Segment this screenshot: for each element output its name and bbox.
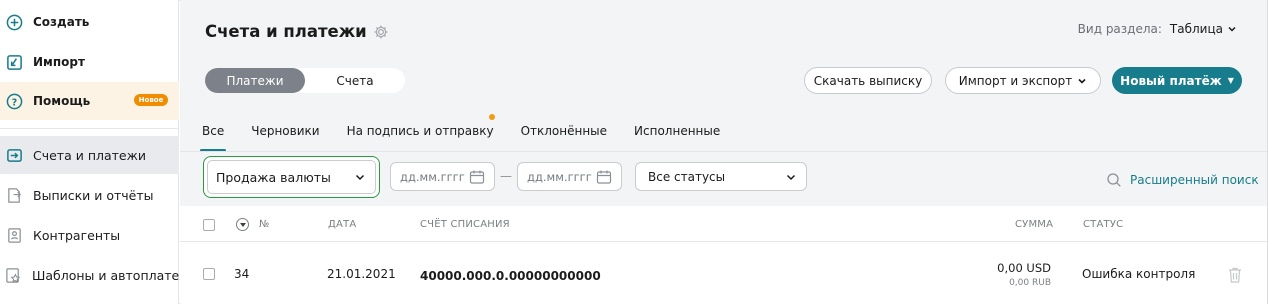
tab-rejected[interactable]: Отклонённые — [521, 118, 607, 152]
row-date: 21.01.2021 — [327, 267, 396, 281]
tab-label: Черновики — [251, 124, 320, 138]
contact-card-icon — [5, 226, 23, 244]
new-payment-label: Новый платёж — [1120, 73, 1222, 88]
sidebar-item-label: Помощь — [33, 94, 91, 108]
chevron-down-icon — [354, 171, 366, 183]
import-export-label: Импорт и экспорт — [958, 73, 1073, 88]
sidebar-item-label: Выписки и отчёты — [33, 187, 154, 203]
operation-type-select-highlight: Продажа валюты — [203, 156, 380, 198]
payments-table: № ДАТА СЧЁТ СПИСАНИЯ СУММА СТАТУС 34 21.… — [180, 206, 1267, 304]
operation-type-value: Продажа валюты — [216, 169, 331, 185]
calendar-icon[interactable] — [596, 169, 612, 185]
sort-toggle-icon[interactable] — [236, 218, 249, 231]
sidebar-item-import[interactable]: Импорт — [0, 50, 179, 74]
import-icon — [5, 53, 23, 71]
date-from-placeholder: дд.мм.гггг — [400, 169, 465, 184]
row-number: 34 — [234, 267, 250, 281]
table-header: № ДАТА СЧЁТ СПИСАНИЯ СУММА СТАТУС — [180, 206, 1267, 242]
arrow-in-box-icon — [5, 146, 23, 164]
column-header-number[interactable]: № — [259, 219, 270, 230]
plus-circle-icon — [5, 13, 23, 31]
notification-dot — [488, 114, 495, 120]
tab-drafts[interactable]: Черновики — [251, 118, 319, 152]
advanced-search-link[interactable]: Расширенный поиск — [1106, 172, 1259, 188]
tab-executed[interactable]: Исполненные — [634, 118, 720, 152]
sidebar-item-label: Создать — [33, 15, 90, 29]
row-debit-account: 40000.000.0.00000000000 — [420, 269, 601, 283]
tab-label: Все — [202, 124, 225, 138]
view-mode-selector[interactable]: Вид раздела: Таблица — [1078, 22, 1237, 36]
sidebar-item-statements-reports[interactable]: Выписки и отчёты — [0, 182, 179, 208]
calendar-icon[interactable] — [469, 169, 485, 185]
sidebar: Создать Импорт ? Помощь Новое Счета и пл… — [0, 0, 199, 304]
sidebar-item-counterparties[interactable]: Контрагенты — [0, 222, 179, 248]
sidebar-item-label: Шаблоны и автоплатежи — [32, 267, 199, 283]
sidebar-item-create[interactable]: Создать — [0, 10, 179, 34]
status-select-value: Все статусы — [648, 169, 726, 184]
column-header-date[interactable]: ДАТА — [328, 219, 356, 230]
page-title-wrap: Счета и платежи — [205, 22, 389, 41]
view-mode-value: Таблица — [1169, 22, 1223, 36]
tab-all[interactable]: Все — [199, 118, 227, 152]
column-header-amount[interactable]: СУММА — [1015, 219, 1053, 230]
payments-accounts-switch: Платежи Счета — [205, 68, 405, 93]
advanced-search-label: Расширенный поиск — [1130, 173, 1259, 187]
row-checkbox[interactable] — [203, 268, 215, 280]
status-tabs: Все Черновики На подпись и отправку Откл… — [199, 114, 747, 152]
page-title: Счета и платежи — [205, 22, 367, 41]
sidebar-item-label: Контрагенты — [33, 227, 121, 243]
chevron-down-icon — [1077, 76, 1087, 86]
sidebar-item-accounts-payments[interactable]: Счета и платежи — [0, 136, 179, 174]
chevron-down-icon — [785, 171, 797, 183]
segment-payments[interactable]: Платежи — [205, 68, 305, 93]
search-icon — [1106, 172, 1122, 188]
filter-bar: Продажа валюты дд.мм.гггг — дд.мм.гггг В… — [180, 152, 1267, 206]
segment-accounts[interactable]: Счета — [305, 68, 405, 93]
row-status: Ошибка контроля — [1082, 267, 1196, 281]
import-export-button[interactable]: Импорт и экспорт — [945, 67, 1101, 94]
row-amount: 0,00 USD — [997, 261, 1051, 275]
date-to-input[interactable]: дд.мм.гггг — [517, 162, 622, 191]
status-select[interactable]: Все статусы — [635, 162, 807, 191]
download-statement-button[interactable]: Скачать выписку — [804, 67, 932, 94]
sidebar-item-templates-autopayments[interactable]: Шаблоны и автоплатежи — [0, 262, 199, 288]
column-header-status[interactable]: СТАТУС — [1083, 219, 1123, 230]
select-all-checkbox[interactable] — [203, 219, 215, 231]
document-out-icon — [5, 186, 23, 204]
sidebar-divider — [0, 128, 179, 129]
trash-icon[interactable] — [1227, 266, 1243, 284]
new-payment-button[interactable]: Новый платёж ▼ — [1112, 67, 1242, 94]
sidebar-item-label: Счета и платежи — [33, 147, 146, 163]
row-amount-rub: 0,00 RUB — [1009, 278, 1051, 288]
sidebar-item-help[interactable]: ? Помощь Новое — [0, 82, 179, 120]
svg-text:?: ? — [11, 97, 16, 108]
operation-type-select[interactable]: Продажа валюты — [207, 160, 376, 194]
sidebar-item-label: Импорт — [33, 55, 85, 69]
tab-label: Исполненные — [634, 124, 721, 138]
tab-to-sign-and-send[interactable]: На подпись и отправку — [346, 114, 495, 152]
date-to-placeholder: дд.мм.гггг — [527, 169, 592, 184]
gear-icon[interactable] — [373, 24, 389, 40]
template-star-icon — [5, 266, 22, 284]
date-from-input[interactable]: дд.мм.гггг — [390, 162, 495, 191]
chevron-down-icon — [1227, 24, 1237, 34]
new-badge: Новое — [134, 94, 168, 106]
tab-label: Отклонённые — [520, 124, 608, 138]
caret-down-icon: ▼ — [1227, 76, 1234, 85]
tab-label: На подпись и отправку — [346, 124, 494, 138]
main-content: Счета и платежи Вид раздела: Таблица Пла… — [180, 0, 1267, 304]
view-mode-label: Вид раздела: — [1077, 22, 1162, 36]
help-circle-icon: ? — [5, 92, 23, 110]
date-range-separator: — — [500, 169, 512, 183]
column-header-debit-account[interactable]: СЧЁТ СПИСАНИЯ — [420, 219, 510, 230]
